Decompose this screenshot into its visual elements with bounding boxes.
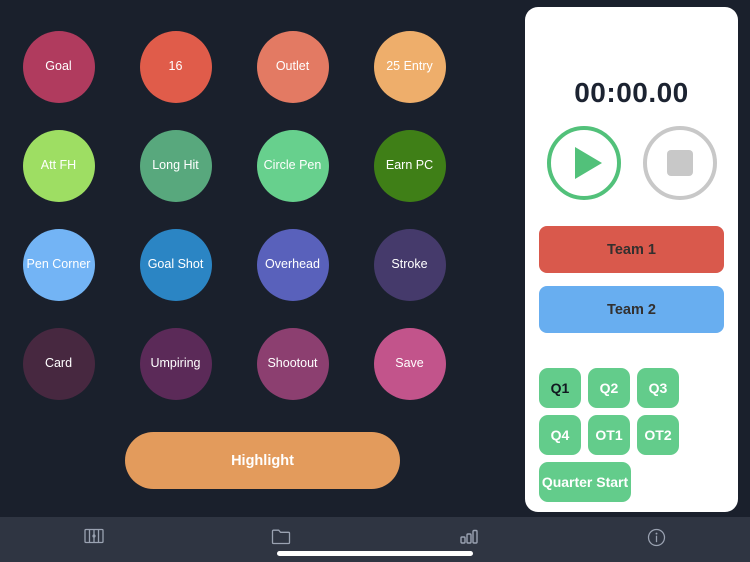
action-cell: Goal Shot — [117, 229, 234, 328]
action-cell: Earn PC — [351, 130, 468, 229]
info-icon — [647, 528, 666, 552]
action-cell: 25 Entry — [351, 31, 468, 130]
action-cell: Goal — [0, 31, 117, 130]
action-button-umpiring[interactable]: Umpiring — [139, 328, 212, 400]
action-cell: 16 — [117, 31, 234, 130]
action-button-shootout[interactable]: Shootout — [256, 328, 329, 400]
action-cell: Save — [351, 328, 468, 427]
action-row: Goal 16 Outlet 25 Entry — [0, 31, 520, 130]
timer-controls — [525, 126, 738, 200]
timer-display: 00:00.00 — [574, 77, 689, 108]
action-row: Card Umpiring Shootout Save — [0, 328, 520, 427]
action-cell: Outlet — [234, 31, 351, 130]
period-button-q2[interactable]: Q2 — [588, 368, 630, 408]
period-grid: Q1 Q2 Q3 Q4 OT1 OT2 Quarter Start — [539, 368, 724, 502]
pitch-grid-icon — [84, 528, 104, 549]
action-button-pen-corner[interactable]: Pen Corner — [22, 229, 95, 301]
action-button-overhead[interactable]: Overhead — [256, 229, 329, 301]
action-button-25-entry[interactable]: 25 Entry — [373, 31, 446, 103]
period-button-ot1[interactable]: OT1 — [588, 415, 630, 455]
action-cell: Long Hit — [117, 130, 234, 229]
action-row: Att FH Long Hit Circle Pen Earn PC — [0, 130, 520, 229]
action-button-earn-pc[interactable]: Earn PC — [373, 130, 446, 202]
period-button-q1[interactable]: Q1 — [539, 368, 581, 408]
period-button-q3[interactable]: Q3 — [637, 368, 679, 408]
highlight-button[interactable]: Highlight — [125, 432, 400, 489]
action-row: Pen Corner Goal Shot Overhead Stroke — [0, 229, 520, 328]
action-button-att-fh[interactable]: Att FH — [22, 130, 95, 202]
period-button-q4[interactable]: Q4 — [539, 415, 581, 455]
action-button-goal-shot[interactable]: Goal Shot — [139, 229, 212, 301]
action-button-card[interactable]: Card — [22, 328, 95, 400]
period-button-quarter-start[interactable]: Quarter Start — [539, 462, 631, 502]
period-button-ot2[interactable]: OT2 — [637, 415, 679, 455]
action-button-save[interactable]: Save — [373, 328, 446, 400]
action-button-outlet[interactable]: Outlet — [256, 31, 329, 103]
action-button-long-hit[interactable]: Long Hit — [139, 130, 212, 202]
team-2-button[interactable]: Team 2 — [539, 286, 724, 333]
app-root: Goal 16 Outlet 25 Entry Att FH Long Hit … — [0, 0, 750, 562]
bar-chart-icon — [459, 528, 479, 550]
stop-button[interactable] — [642, 126, 717, 200]
action-cell: Att FH — [0, 130, 117, 229]
stop-icon — [666, 150, 693, 176]
action-cell: Stroke — [351, 229, 468, 328]
tab-item-pitch[interactable] — [0, 517, 188, 562]
action-button-goal[interactable]: Goal — [22, 31, 95, 103]
action-button-circle-pen[interactable]: Circle Pen — [256, 130, 329, 202]
home-indicator — [277, 551, 473, 556]
play-button[interactable] — [546, 126, 621, 200]
play-icon — [574, 147, 602, 179]
control-panel: 00:00.00 Team 1 Team 2 Q1 Q2 Q3 Q4 OT1 O… — [525, 7, 738, 512]
action-button-grid: Goal 16 Outlet 25 Entry Att FH Long Hit … — [0, 0, 520, 517]
action-cell: Pen Corner — [0, 229, 117, 328]
action-button-stroke[interactable]: Stroke — [373, 229, 446, 301]
folder-icon — [271, 528, 291, 550]
action-cell: Shootout — [234, 328, 351, 427]
action-button-16[interactable]: 16 — [139, 31, 212, 103]
action-cell: Card — [0, 328, 117, 427]
action-cell: Umpiring — [117, 328, 234, 427]
team-1-button[interactable]: Team 1 — [539, 226, 724, 273]
action-cell: Overhead — [234, 229, 351, 328]
tab-item-info[interactable] — [563, 517, 750, 562]
action-cell: Circle Pen — [234, 130, 351, 229]
